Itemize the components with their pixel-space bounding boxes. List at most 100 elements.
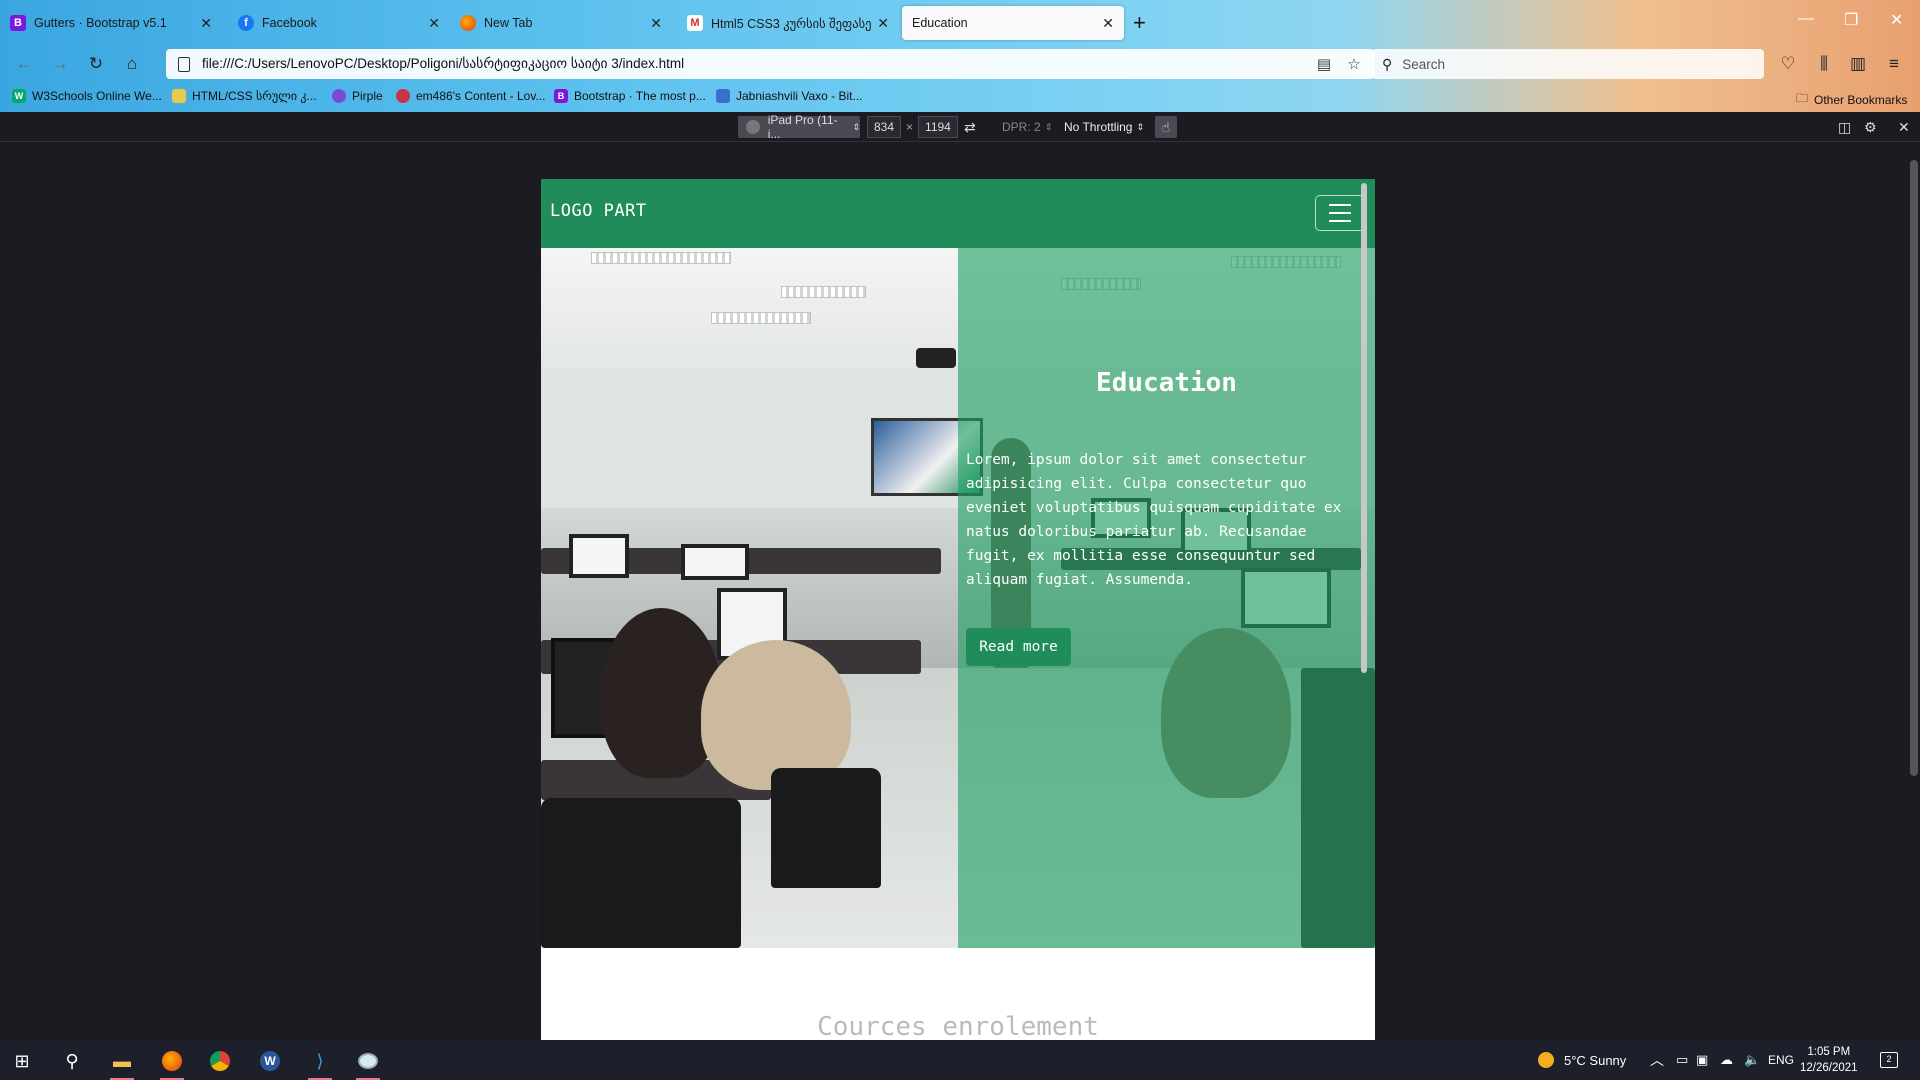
file-explorer-icon[interactable]: ▬ [104,1046,140,1080]
tab-label: New Tab [484,16,533,30]
bookmark-star-icon[interactable]: ☆ [1344,55,1364,73]
search-icon[interactable]: ⚲ [54,1046,90,1076]
usb-icon[interactable]: ▭ [1676,1040,1688,1080]
dpr-label: DPR: 2 [1002,120,1041,134]
site-logo[interactable]: LOGO PART [550,201,647,221]
windows-start-icon[interactable]: ⊞ [4,1046,40,1076]
notifications-icon[interactable]: 2 [1880,1040,1898,1080]
tab-new-tab[interactable]: New Tab ✕ [450,6,672,40]
reader-view-icon[interactable]: ▤ [1314,55,1334,73]
bookmark-bootstrap[interactable]: B Bootstrap · The most p... [554,89,706,103]
device-viewport: LOGO PART Education Lorem, ipsum dolor s… [541,179,1375,1041]
chrome-icon[interactable] [202,1046,238,1076]
dpr-selector[interactable]: DPR: 2 ⇕ [1002,116,1052,138]
search-placeholder: Search [1402,56,1446,72]
times-sign: × [906,120,914,134]
read-more-button[interactable]: Read more [966,628,1071,666]
viewport-size: 834 × 1194 [867,116,958,138]
firefox-icon[interactable] [154,1046,190,1080]
bootstrap-favicon-icon: B [554,89,568,103]
home-icon[interactable]: ⌂ [120,52,144,76]
weather-widget[interactable]: 5°C Sunny [1538,1040,1626,1080]
width-input[interactable]: 834 [867,116,902,138]
url-text[interactable]: file:///C:/Users/LenovoPC/Desktop/Poligo… [202,56,1314,72]
url-bar[interactable]: file:///C:/Users/LenovoPC/Desktop/Poligo… [166,49,1374,79]
vscode-icon[interactable]: ⟩ [302,1046,338,1080]
forward-icon[interactable]: → [48,52,72,76]
bookmark-label: HTML/CSS სრული კ... [192,89,317,103]
other-bookmarks[interactable]: 🗀 Other Bookmarks [1796,89,1907,110]
tab-label: Facebook [262,16,317,30]
close-tab-icon[interactable]: ✕ [428,15,440,32]
sidebar-icon[interactable]: ▥ [1846,52,1870,76]
hero-title: Education [1096,368,1237,398]
navigation-bar: ← → ↻ ⌂ file:///C:/Users/LenovoPC/Deskto… [0,44,1920,84]
tab-gutters-bootstrap[interactable]: B Gutters · Bootstrap v5.1 ✕ [0,6,222,40]
restore-icon[interactable]: ❐ [1844,10,1858,30]
browser-chrome: B Gutters · Bootstrap v5.1 ✕ f Facebook … [0,0,1920,112]
volume-icon[interactable]: 🔈 [1744,1040,1760,1080]
clock-time: 1:05 PM [1807,1046,1851,1058]
back-icon[interactable]: ← [12,52,36,76]
height-input[interactable]: 1194 [918,116,958,138]
reload-icon[interactable]: ↻ [84,52,108,76]
minimize-icon[interactable]: — [1798,10,1814,28]
office-chair [541,798,741,948]
ceiling-light [781,286,866,298]
bookmark-label: Jabniashvili Vaxo - Bit... [736,89,863,103]
new-tab-icon[interactable]: + [1133,10,1146,36]
bookmark-em486[interactable]: em486's Content - Lov... [396,89,545,103]
close-tab-icon[interactable]: ✕ [650,15,662,32]
updown-icon: ⇕ [1044,121,1053,132]
language-indicator[interactable]: ENG [1768,1040,1794,1080]
bookmark-pirple[interactable]: Pirple [332,89,383,103]
search-bar[interactable]: ⚲ Search [1372,49,1764,79]
bookmark-jabniashvili[interactable]: Jabniashvili Vaxo - Bit... [716,89,863,103]
tab-education[interactable]: Education ✕ [902,6,1124,40]
close-tab-icon[interactable]: ✕ [877,15,889,32]
onedrive-icon[interactable]: ☁ [1720,1040,1733,1080]
rotate-icon[interactable]: ⇄ [964,116,976,138]
close-tab-icon[interactable]: ✕ [1102,15,1114,32]
tab-label: Education [912,16,968,30]
tab-label: Html5 CSS3 კურსის შეფასებ [711,16,872,31]
tab-gmail[interactable]: M Html5 CSS3 კურსის შეფასებ ✕ [677,6,899,40]
ceiling-light [591,252,731,264]
device-selector[interactable]: iPad Pro (11-i... ⇕ [738,113,860,141]
pirple-favicon-icon [332,89,346,103]
courses-section-title: Cources enrolement [817,1012,1099,1041]
network-icon[interactable]: ▣ [1696,1040,1708,1080]
outer-scrollbar[interactable] [1910,160,1918,776]
facebook-favicon-icon: f [238,15,254,31]
hero-description: Lorem, ipsum dolor sit amet consectetur … [966,452,1342,588]
paint-icon[interactable] [350,1046,386,1080]
other-bookmarks-label: Other Bookmarks [1814,92,1908,107]
screenshot-icon[interactable]: ◫ [1838,116,1851,138]
bookmarks-toolbar: W W3Schools Online We... HTML/CSS სრული … [0,86,1920,110]
touch-simulation-icon[interactable]: ☝ [1155,116,1177,138]
settings-gear-icon[interactable]: ⚙ [1864,116,1877,138]
pocket-icon[interactable]: ♡ [1776,52,1800,76]
bookmark-html-css[interactable]: HTML/CSS სრული კ... [172,89,317,103]
bookmark-label: em486's Content - Lov... [416,89,546,103]
page-scrollbar[interactable] [1361,183,1367,673]
library-icon[interactable]: ⫼ [1812,52,1836,76]
tab-facebook[interactable]: f Facebook ✕ [228,6,450,40]
word-icon[interactable]: W [252,1046,288,1076]
notification-count: 2 [1880,1052,1898,1068]
page-info-icon[interactable] [178,56,190,72]
close-rdm-icon[interactable]: ✕ [1898,116,1910,138]
system-clock[interactable]: 1:05 PM 12/26/2021 [1800,1044,1858,1076]
windows-taskbar: ⊞ ⚲ ▬ W ⟩ 5°C Sunny ︿ ▭ ▣ ☁ 🔈 ENG 1:05 P… [0,1040,1920,1080]
chevron-up-icon[interactable]: ︿ [1650,1040,1664,1080]
close-window-icon[interactable]: ✕ [1890,10,1903,30]
bootstrap-favicon-icon: B [10,15,26,31]
menu-icon[interactable]: ≡ [1882,52,1906,76]
navbar-toggler-hamburger-icon[interactable] [1315,195,1365,231]
throttling-selector[interactable]: No Throttling ⇕ [1064,116,1144,138]
bookmark-label: Pirple [352,89,383,103]
ceiling-light [711,312,811,324]
bookmark-w3schools[interactable]: W W3Schools Online We... [12,89,162,103]
em486-favicon-icon [396,89,410,103]
close-tab-icon[interactable]: ✕ [200,15,212,32]
